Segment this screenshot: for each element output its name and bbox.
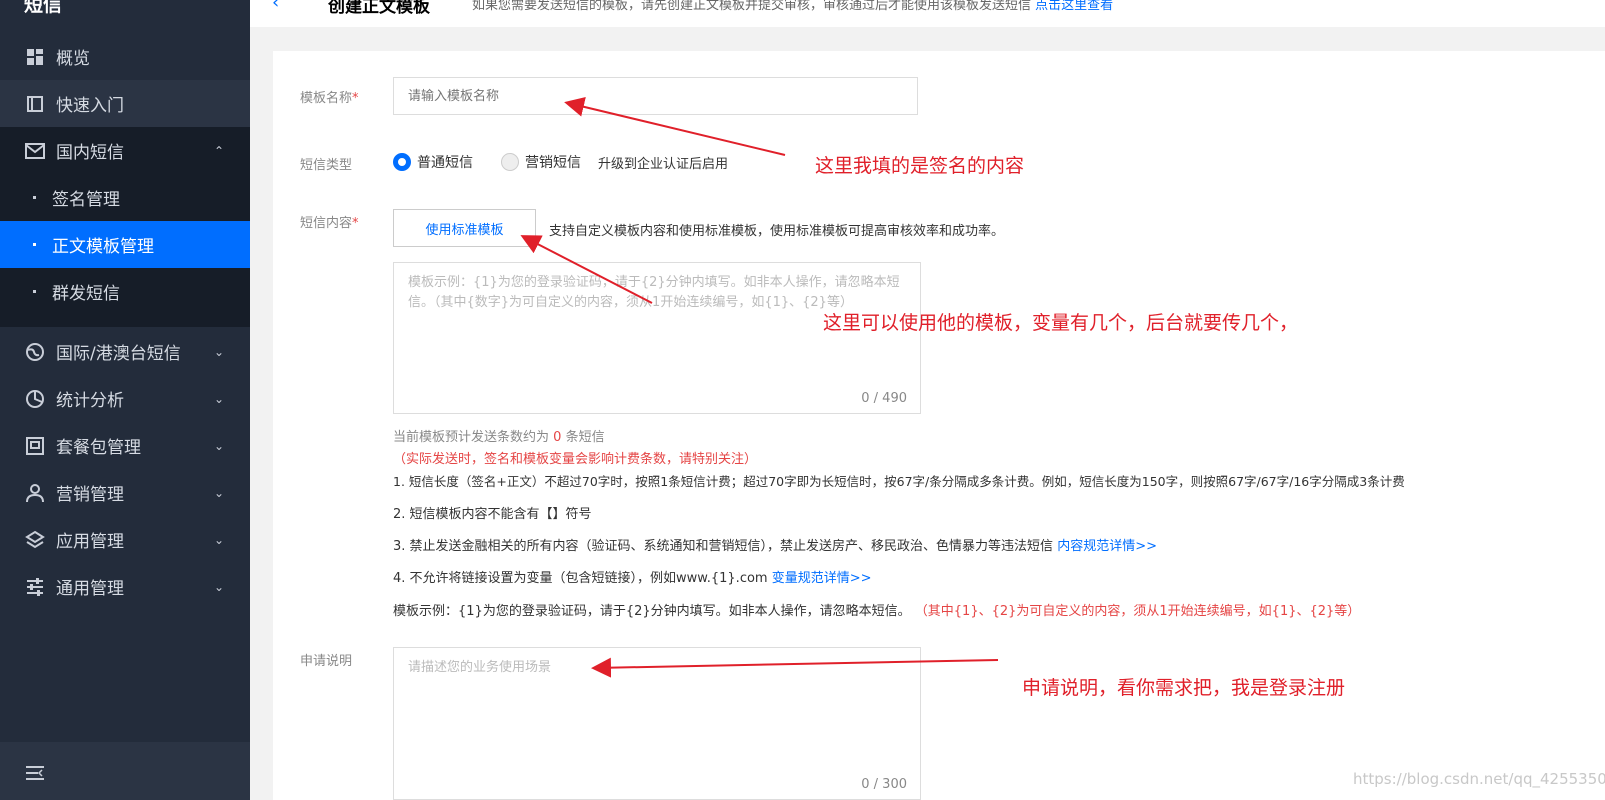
radio-normal-sms[interactable]: 普通短信 — [393, 152, 473, 172]
estimate-count-value: 0 — [553, 430, 561, 445]
radio-checked-icon — [393, 153, 411, 171]
chevron-down-icon: ⌄ — [214, 345, 224, 359]
radio-marketing-sms: 营销短信 — [501, 152, 581, 172]
sidebar-item-international-sms[interactable]: 国际/港澳台短信 ⌄ — [0, 328, 250, 375]
template-name-input[interactable] — [393, 77, 918, 115]
rule-4: 4. 不允许将链接设置为变量（包含短链接），例如www.{1}.com 变量规范… — [393, 567, 872, 586]
chevron-down-icon: ⌄ — [214, 486, 224, 500]
description-link[interactable]: 点击这里查看 — [1035, 0, 1113, 13]
sidebar-item-template-management[interactable]: 正文模板管理 — [0, 221, 250, 268]
content-rules-link[interactable]: 内容规范详情>> — [1057, 539, 1157, 554]
sidebar-item-label: 套餐包管理 — [56, 433, 141, 458]
chevron-down-icon: ⌄ — [214, 439, 224, 453]
product-title: 短信 — [24, 0, 62, 17]
bullet-icon — [33, 290, 36, 293]
page-description: 如果您需要发送短信的模板，请先创建正文模板并提交审核，审核通过后才能使用该模板发… — [472, 0, 1113, 13]
chevron-up-icon: ⌃ — [214, 144, 224, 158]
annotation-application-note: 申请说明，看你需求把，我是登录注册 — [1022, 673, 1345, 700]
sidebar-item-label: 统计分析 — [56, 386, 124, 411]
sms-content-textarea[interactable]: 模板示例：{1}为您的登录验证码，请于{2}分钟内填写。如非本人操作，请忽略本短… — [393, 262, 921, 414]
upgrade-link[interactable]: 升级到企业认证后启用 — [598, 153, 728, 172]
radio-label: 营销短信 — [525, 152, 581, 172]
estimate-count-text: 当前模板预计发送条数约为 0 条短信 — [393, 426, 605, 445]
user-icon — [24, 482, 46, 504]
sidebar-item-bulk-sms[interactable]: 群发短信 — [0, 268, 250, 315]
sidebar-item-label: 营销管理 — [56, 480, 124, 505]
sidebar-item-app-management[interactable]: 应用管理 ⌄ — [0, 516, 250, 563]
sidebar-item-label: 概览 — [56, 44, 90, 69]
sidebar-item-label: 国内短信 — [56, 138, 124, 163]
rule-3: 3. 禁止发送金融相关的所有内容（验证码、系统通知和营销短信），禁止发送房产、移… — [393, 535, 1157, 554]
sidebar-item-overview[interactable]: 概览 — [0, 33, 250, 80]
annotation-signature: 这里我填的是签名的内容 — [815, 151, 1024, 178]
globe-icon — [24, 341, 46, 363]
layers-icon — [24, 529, 46, 551]
sidebar-item-quickstart[interactable]: 快速入门 — [0, 80, 250, 127]
rule-2: 2. 短信模板内容不能含有【】符号 — [393, 503, 592, 522]
sidebar-item-marketing[interactable]: 营销管理 ⌄ — [0, 469, 250, 516]
sms-content-placeholder: 模板示例：{1}为您的登录验证码，请于{2}分钟内填写。如非本人操作，请忽略本短… — [408, 275, 900, 310]
template-example-note: （其中{1}、{2}为可自定义的内容，须从1开始连续编号，如{1}、{2}等） — [915, 604, 1361, 619]
annotation-standard-template: 这里可以使用他的模板，变量有几个，后台就要传几个， — [823, 308, 1298, 335]
template-name-label: 模板名称* — [300, 87, 359, 106]
sidebar-item-domestic-sms[interactable]: 国内短信 ⌃ — [0, 127, 250, 174]
radio-disabled-icon — [501, 153, 519, 171]
sidebar-item-label: 正文模板管理 — [52, 232, 154, 257]
page-title: 创建正文模板 — [328, 0, 430, 17]
sliders-icon — [24, 576, 46, 598]
sidebar-item-label: 签名管理 — [52, 185, 120, 210]
sidebar-item-label: 群发短信 — [52, 279, 120, 304]
sidebar-item-label: 快速入门 — [56, 91, 124, 116]
sidebar-item-signature-management[interactable]: 签名管理 — [0, 174, 250, 221]
variable-rules-link[interactable]: 变量规范详情>> — [772, 571, 872, 586]
application-note-counter: 0 / 300 — [861, 775, 907, 795]
radio-label: 普通短信 — [417, 152, 473, 172]
page-header: ‹ 创建正文模板 如果您需要发送短信的模板，请先创建正文模板并提交审核，审核通过… — [250, 0, 1605, 27]
application-note-textarea[interactable]: 请描述您的业务使用场景 0 / 300 — [393, 647, 921, 800]
application-note-label: 申请说明 — [300, 650, 352, 669]
package-icon — [24, 435, 46, 457]
sms-content-label: 短信内容* — [300, 212, 359, 231]
mail-icon — [24, 140, 46, 162]
application-note-placeholder: 请描述您的业务使用场景 — [408, 660, 551, 675]
chevron-down-icon: ⌄ — [214, 392, 224, 406]
pie-chart-icon — [24, 388, 46, 410]
bullet-icon — [33, 243, 36, 246]
use-standard-template-button[interactable]: 使用标准模板 — [393, 209, 536, 247]
standard-template-hint: 支持自定义模板内容和使用标准模板，使用标准模板可提高审核效率和成功率。 — [549, 220, 1004, 239]
back-arrow-icon[interactable]: ‹ — [272, 0, 279, 13]
sidebar-item-label: 通用管理 — [56, 574, 124, 599]
estimate-note: （实际发送时，签名和模板变量会影响计费条数，请特别关注） — [393, 448, 757, 467]
chevron-down-icon: ⌄ — [214, 580, 224, 594]
sms-content-counter: 0 / 490 — [861, 389, 907, 409]
bullet-icon — [33, 196, 36, 199]
sidebar-item-package-management[interactable]: 套餐包管理 ⌄ — [0, 422, 250, 469]
sidebar-item-label: 应用管理 — [56, 527, 124, 552]
sidebar: 短信 概览 快速入门 国内短信 ⌃ 签名管理 正文模板管理 群发短信 国际/港 — [0, 0, 250, 800]
template-example: 模板示例：{1}为您的登录验证码，请于{2}分钟内填写。如非本人操作，请忽略本短… — [393, 600, 1360, 619]
watermark: https://blog.csdn.net/qq_42553504 — [1353, 770, 1605, 788]
grid-icon — [24, 46, 46, 68]
book-icon — [24, 93, 46, 115]
sidebar-item-general-management[interactable]: 通用管理 ⌄ — [0, 563, 250, 610]
chevron-down-icon: ⌄ — [214, 533, 224, 547]
sidebar-item-label: 国际/港澳台短信 — [56, 339, 181, 364]
sidebar-item-statistics[interactable]: 统计分析 ⌄ — [0, 375, 250, 422]
sms-type-label: 短信类型 — [300, 154, 352, 173]
collapse-sidebar-icon[interactable] — [25, 765, 45, 785]
rule-1: 1. 短信长度（签名+正文）不超过70字时，按照1条短信计费；超过70字即为长短… — [393, 471, 1405, 490]
